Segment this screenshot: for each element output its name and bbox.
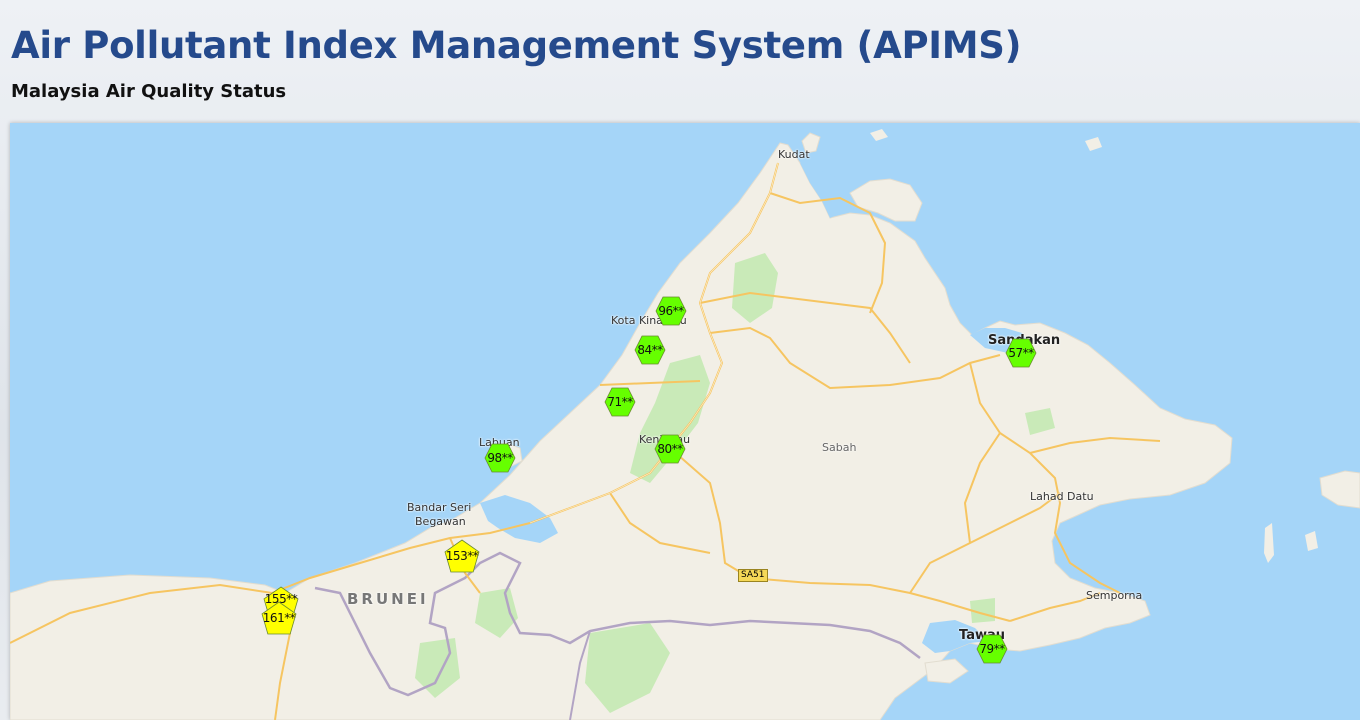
station-api-value: 161** — [262, 611, 296, 625]
east-island — [1319, 470, 1360, 509]
station-marker-kimanis[interactable]: 71** — [604, 387, 636, 417]
station-marker-sandakan[interactable]: 57** — [1005, 338, 1037, 368]
islet-2 — [1085, 137, 1102, 151]
label-semporna: Semporna — [1086, 589, 1143, 602]
station-api-value: 80** — [657, 442, 683, 456]
station-api-value: 98** — [487, 451, 513, 465]
page-title: Air Pollutant Index Management System (A… — [11, 24, 1022, 67]
station-api-value: 71** — [607, 395, 633, 409]
station-marker-limbang[interactable]: 153** — [444, 539, 480, 573]
station-api-value: 96** — [658, 304, 684, 318]
station-api-value: 57** — [1008, 346, 1034, 360]
label-lahad-datu: Lahad Datu — [1030, 490, 1094, 503]
islet-4 — [1305, 531, 1318, 551]
station-marker-keningau[interactable]: 80** — [654, 434, 686, 464]
sebatik-island — [924, 658, 969, 684]
station-marker-kota-kinabalu-south[interactable]: 84** — [634, 335, 666, 365]
road-shield-sa51: SA51 — [738, 569, 768, 582]
islet-3 — [1264, 523, 1274, 563]
map-base — [10, 129, 1360, 720]
station-api-value: 153** — [445, 549, 479, 563]
station-marker-miri-2[interactable]: 161** — [261, 601, 297, 635]
station-marker-tawau[interactable]: 79** — [976, 634, 1008, 664]
label-begawan: Begawan — [415, 515, 466, 528]
air-quality-map[interactable]: Kudat Kota Kinabalu Sandakan Labuan Keni… — [10, 123, 1360, 720]
station-marker-kota-kinabalu[interactable]: 96** — [655, 296, 687, 326]
label-bandar-seri: Bandar Seri — [407, 501, 472, 514]
islet-1 — [870, 129, 888, 141]
label-kudat: Kudat — [778, 148, 810, 161]
station-api-value: 79** — [979, 642, 1005, 656]
page-subtitle: Malaysia Air Quality Status — [11, 81, 287, 102]
label-brunei: BRUNEI — [347, 590, 429, 608]
station-api-value: 84** — [637, 343, 663, 357]
station-marker-labuan[interactable]: 98** — [484, 443, 516, 473]
label-sabah: Sabah — [822, 441, 857, 454]
